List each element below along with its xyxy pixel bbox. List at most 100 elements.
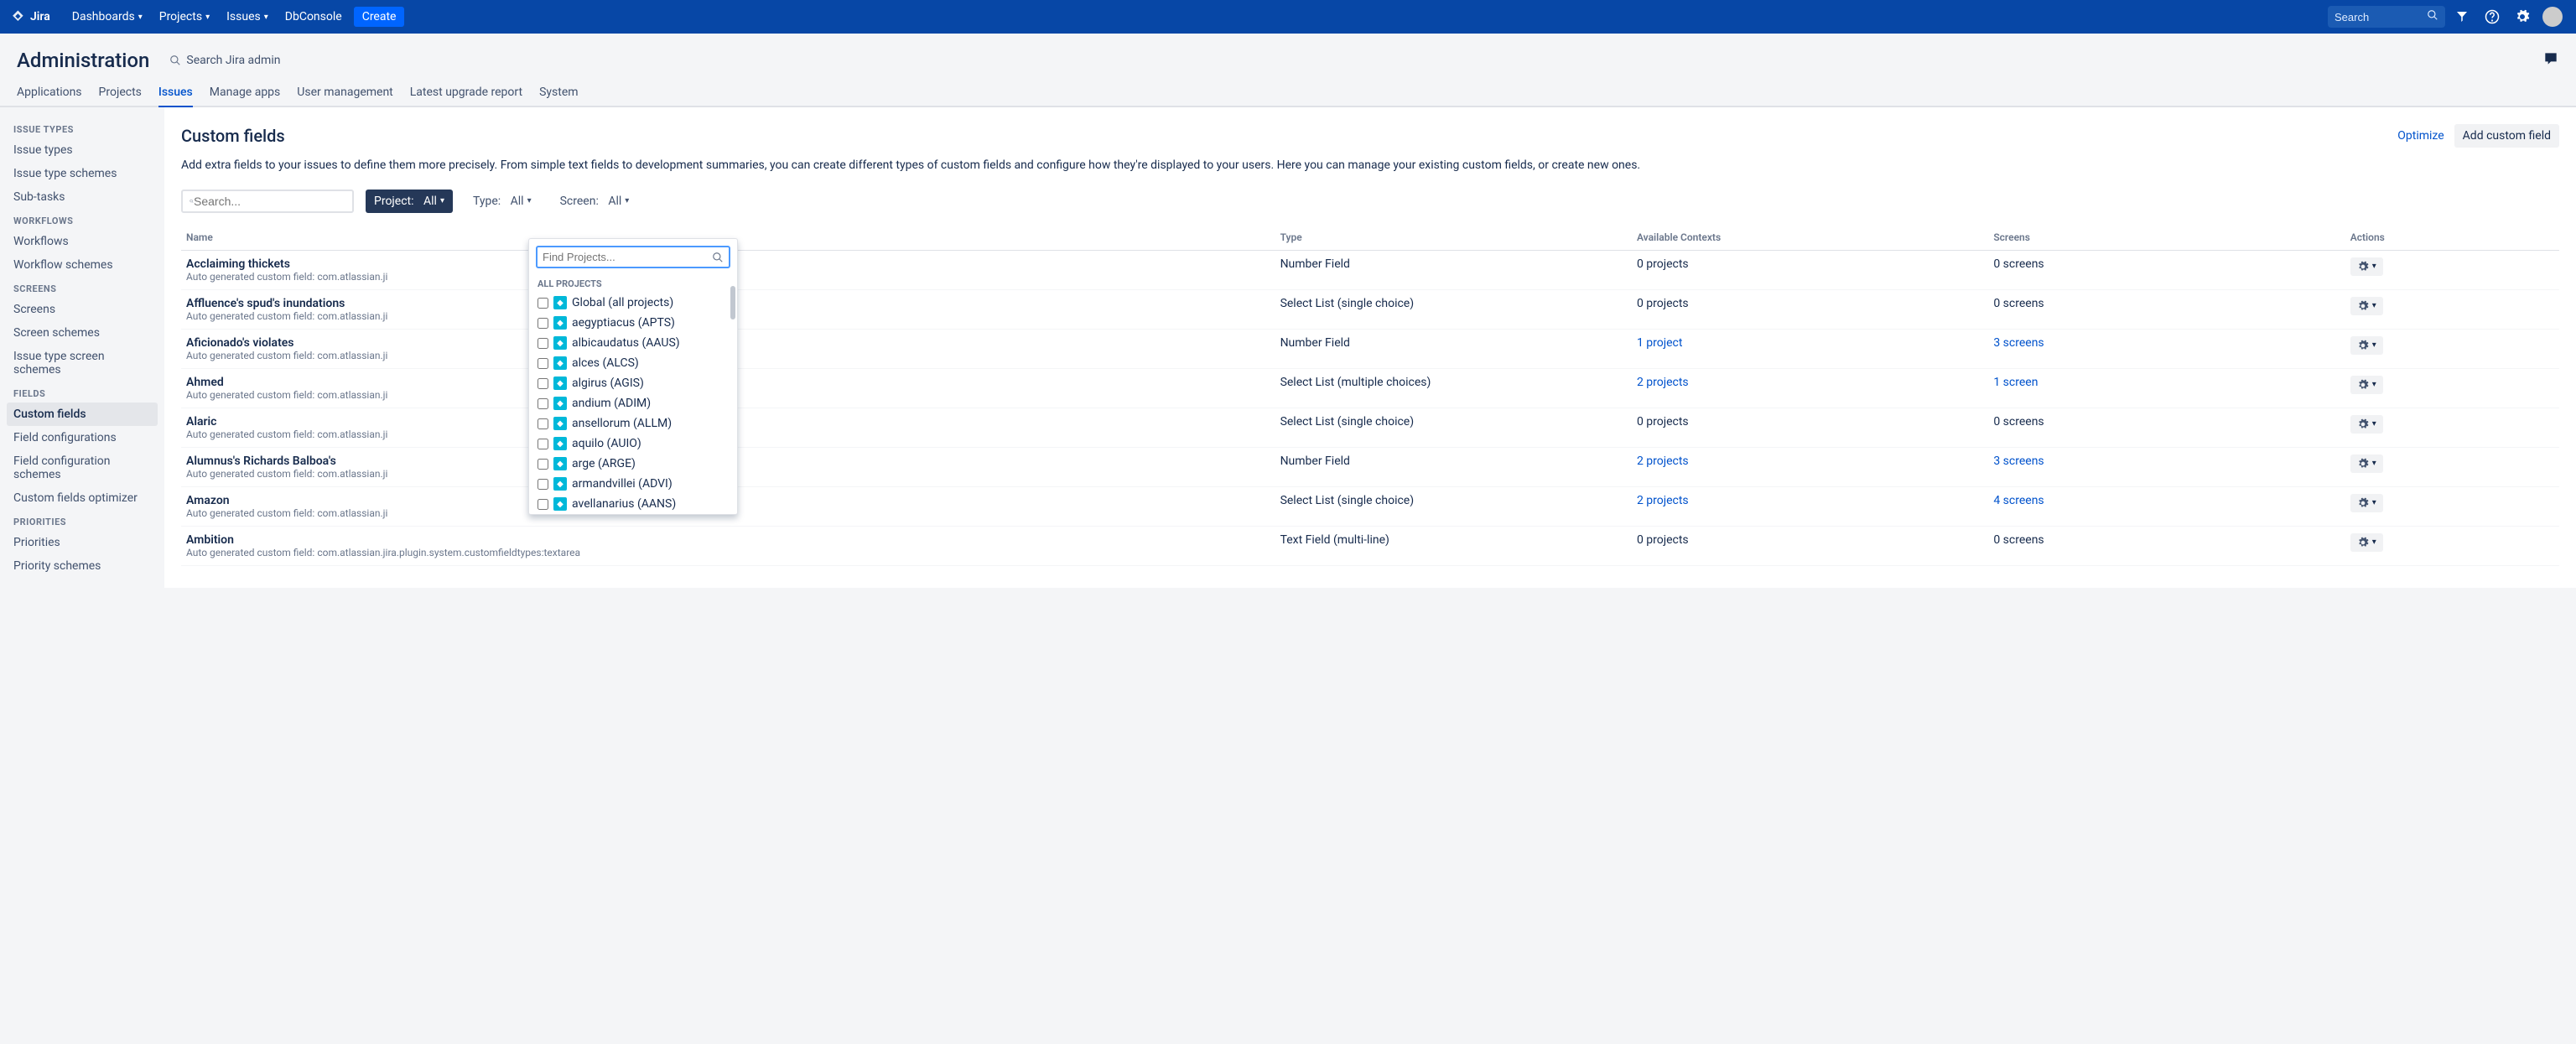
field-search[interactable]	[181, 190, 354, 213]
dropdown-checkbox[interactable]	[538, 298, 548, 309]
dropdown-search[interactable]	[536, 246, 730, 268]
tab-projects[interactable]: Projects	[99, 79, 142, 106]
field-contexts[interactable]: 2 projects	[1637, 454, 1689, 468]
dropdown-checkbox[interactable]	[538, 499, 548, 510]
dropdown-checkbox[interactable]	[538, 338, 548, 349]
dropdown-checkbox[interactable]	[538, 439, 548, 449]
dropdown-item[interactable]: ◆ alces (ALCS)	[529, 353, 737, 373]
dropdown-checkbox[interactable]	[538, 318, 548, 329]
field-contexts: 0 projects	[1637, 257, 1689, 271]
dropdown-search-input[interactable]	[543, 251, 712, 263]
nav-issues[interactable]: Issues▾	[218, 0, 277, 34]
gear-icon	[2357, 418, 2369, 430]
sidebar-item[interactable]: Issue type schemes	[7, 162, 158, 185]
tab-upgrade-report[interactable]: Latest upgrade report	[410, 79, 522, 106]
field-screens[interactable]: 4 screens	[1993, 494, 2044, 507]
tab-manage-apps[interactable]: Manage apps	[210, 79, 281, 106]
chevron-down-icon: ▾	[440, 196, 444, 205]
nav-dashboards[interactable]: Dashboards▾	[64, 0, 151, 34]
scrollbar-thumb[interactable]	[730, 286, 735, 319]
project-icon: ◆	[553, 437, 567, 450]
tab-system[interactable]: System	[539, 79, 578, 106]
dropdown-item[interactable]: ◆ albicaudatus (AAUS)	[529, 333, 737, 353]
field-screens[interactable]: 3 screens	[1993, 336, 2044, 350]
jira-icon	[10, 8, 27, 25]
filter-type[interactable]: Type: All ▾	[465, 190, 540, 213]
sidebar-item[interactable]: Issue types	[7, 138, 158, 162]
field-screens[interactable]: 3 screens	[1993, 454, 2044, 468]
field-screens[interactable]: 1 screen	[1993, 376, 2038, 389]
project-icon: ◆	[553, 477, 567, 491]
jira-logo[interactable]: Jira	[10, 8, 50, 25]
sidebar-item[interactable]: Custom fields	[7, 403, 158, 426]
dropdown-checkbox[interactable]	[538, 479, 548, 490]
dropdown-item-label: Global (all projects)	[572, 296, 673, 309]
sidebar-item[interactable]: Priority schemes	[7, 554, 158, 578]
sidebar-item[interactable]: Screen schemes	[7, 321, 158, 345]
field-search-input[interactable]	[194, 195, 345, 208]
sidebar-heading: SCREENS	[7, 277, 158, 298]
nav-projects[interactable]: Projects▾	[151, 0, 218, 34]
sidebar-item[interactable]: Priorities	[7, 531, 158, 554]
nav-dbconsole[interactable]: DbConsole	[277, 0, 351, 34]
sidebar-item[interactable]: Custom fields optimizer	[7, 486, 158, 510]
global-search[interactable]	[2328, 6, 2445, 28]
row-actions-button[interactable]: ▾	[2350, 494, 2383, 512]
create-button[interactable]: Create	[354, 7, 405, 27]
sidebar-item[interactable]: Field configurations	[7, 426, 158, 449]
feedback-icon[interactable]	[2542, 50, 2559, 70]
field-contexts[interactable]: 1 project	[1637, 336, 1682, 350]
sidebar-item[interactable]: Screens	[7, 298, 158, 321]
row-actions-button[interactable]: ▾	[2350, 376, 2383, 394]
col-screens: Screens	[1988, 225, 2345, 251]
dropdown-item[interactable]: ◆ arge (ARGE)	[529, 454, 737, 474]
dropdown-checkbox[interactable]	[538, 398, 548, 409]
dropdown-list[interactable]: ◆ Global (all projects) ◆ aegyptiacus (A…	[529, 293, 737, 514]
dropdown-item[interactable]: ◆ andium (ADIM)	[529, 393, 737, 413]
filter-screen[interactable]: Screen: All ▾	[552, 190, 638, 213]
dropdown-item[interactable]: ◆ aquilo (AUIO)	[529, 434, 737, 454]
dropdown-item-label: arge (ARGE)	[572, 457, 636, 470]
row-actions-button[interactable]: ▾	[2350, 297, 2383, 315]
dropdown-item[interactable]: ◆ Global (all projects)	[529, 293, 737, 313]
dropdown-item[interactable]: ◆ armandvillei (ADVI)	[529, 474, 737, 494]
dropdown-checkbox[interactable]	[538, 378, 548, 389]
field-contexts[interactable]: 2 projects	[1637, 376, 1689, 389]
optimize-link[interactable]: Optimize	[2397, 129, 2444, 143]
profile-avatar[interactable]	[2539, 3, 2566, 30]
field-contexts[interactable]: 2 projects	[1637, 494, 1689, 507]
tab-user-management[interactable]: User management	[297, 79, 392, 106]
field-screens: 0 screens	[1993, 297, 2044, 310]
notifications-icon[interactable]	[2449, 3, 2475, 30]
dropdown-item[interactable]: ◆ algirus (AGIS)	[529, 373, 737, 393]
tab-applications[interactable]: Applications	[17, 79, 82, 106]
global-search-input[interactable]	[2334, 11, 2427, 23]
admin-search[interactable]: Search Jira admin	[169, 54, 280, 67]
sidebar-item[interactable]: Sub-tasks	[7, 185, 158, 209]
sidebar-item[interactable]: Field configuration schemes	[7, 449, 158, 486]
project-icon: ◆	[553, 497, 567, 511]
help-icon[interactable]	[2479, 3, 2506, 30]
row-actions-button[interactable]: ▾	[2350, 454, 2383, 473]
add-custom-field-button[interactable]: Add custom field	[2454, 124, 2559, 148]
dropdown-heading: ALL PROJECTS	[529, 275, 737, 293]
row-actions-button[interactable]: ▾	[2350, 257, 2383, 276]
sidebar-item[interactable]: Issue type screen schemes	[7, 345, 158, 382]
project-icon: ◆	[553, 377, 567, 390]
sidebar-item[interactable]: Workflows	[7, 230, 158, 253]
dropdown-item[interactable]: ◆ aegyptiacus (APTS)	[529, 313, 737, 333]
row-actions-button[interactable]: ▾	[2350, 415, 2383, 434]
row-actions-button[interactable]: ▾	[2350, 336, 2383, 355]
sidebar-item[interactable]: Workflow schemes	[7, 253, 158, 277]
settings-icon[interactable]	[2509, 3, 2536, 30]
field-contexts: 0 projects	[1637, 533, 1689, 547]
dropdown-checkbox[interactable]	[538, 358, 548, 369]
dropdown-checkbox[interactable]	[538, 418, 548, 429]
row-actions-button[interactable]: ▾	[2350, 533, 2383, 552]
dropdown-item[interactable]: ◆ avellanarius (AANS)	[529, 494, 737, 514]
filter-project[interactable]: Project: All ▾	[366, 190, 453, 213]
dropdown-item[interactable]: ◆ ansellorum (ALLM)	[529, 413, 737, 434]
project-icon: ◆	[553, 316, 567, 330]
dropdown-checkbox[interactable]	[538, 459, 548, 470]
tab-issues[interactable]: Issues	[158, 79, 193, 107]
